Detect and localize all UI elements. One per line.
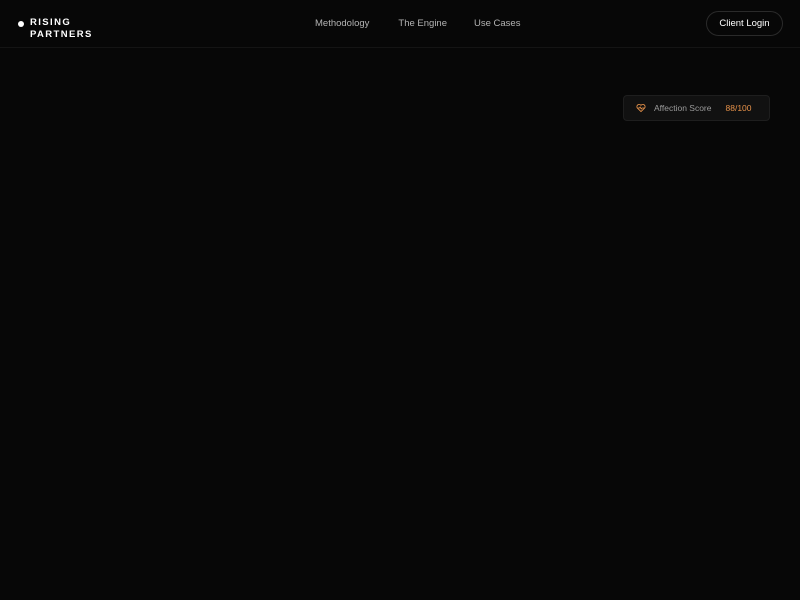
top-navbar: RISING PARTNERS Methodology The Engine U… (0, 0, 800, 48)
nav-link-use-cases[interactable]: Use Cases (474, 18, 520, 29)
page: RISING PARTNERS Methodology The Engine U… (0, 0, 800, 600)
client-login-button[interactable]: Client Login (706, 11, 783, 36)
affection-score-value: 88/100 (725, 103, 752, 113)
heart-pulse-icon (636, 103, 646, 113)
nav-link-methodology[interactable]: Methodology (315, 18, 369, 29)
main-nav: Methodology The Engine Use Cases (315, 18, 520, 29)
nav-link-the-engine[interactable]: The Engine (398, 18, 447, 29)
brand-line-2: PARTNERS (30, 29, 93, 40)
brand-dot-icon (18, 21, 24, 27)
brand-logo[interactable]: RISING PARTNERS (18, 17, 93, 41)
affection-score-card: Affection Score 88/100 (623, 95, 770, 121)
brand-line-1: RISING (30, 17, 72, 28)
brand-name: RISING PARTNERS (30, 17, 93, 41)
affection-score-label: Affection Score (654, 103, 712, 113)
